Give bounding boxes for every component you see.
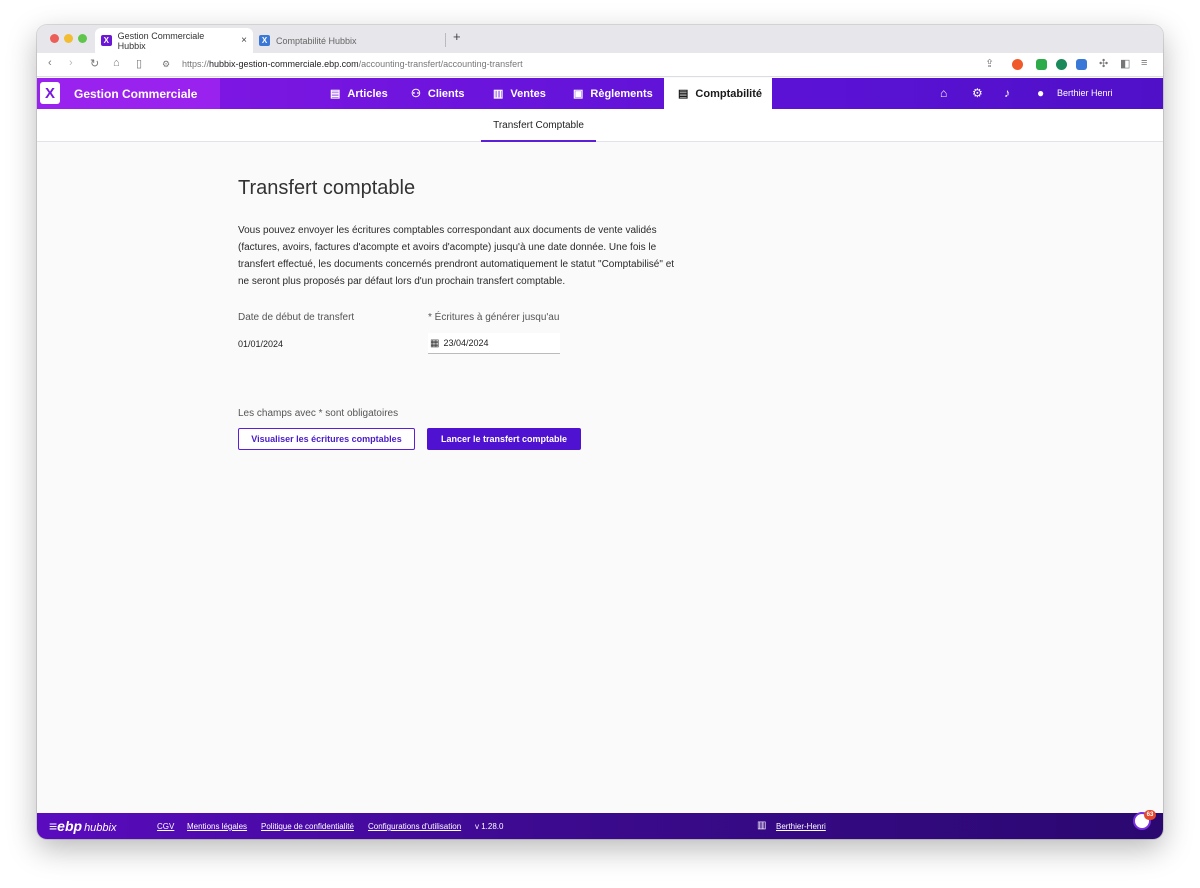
extension-k-icon[interactable] bbox=[1056, 59, 1067, 70]
preview-entries-button[interactable]: Visualiser les écritures comptables bbox=[238, 428, 415, 450]
ebp-hubbix-logo[interactable]: ≡ebp hubbix bbox=[49, 818, 116, 834]
start-date-value: 01/01/2024 bbox=[238, 339, 284, 349]
sidebar-toggle-icon[interactable]: ◧ bbox=[1120, 57, 1130, 70]
app-header: X Gestion Commerciale ▤ Articles ⚇ Clien… bbox=[37, 78, 1163, 109]
user-icon[interactable]: ● bbox=[1037, 86, 1044, 100]
hubbix-favicon: X bbox=[259, 35, 270, 46]
calendar-icon[interactable]: ▦ bbox=[430, 338, 439, 349]
menu-item-articles[interactable]: ▤ Articles bbox=[330, 78, 388, 109]
minimize-window-button[interactable] bbox=[64, 34, 73, 43]
close-window-button[interactable] bbox=[50, 34, 59, 43]
url-host: hubbix-gestion-commerciale.ebp.com bbox=[209, 59, 359, 69]
menu-item-label: Règlements bbox=[590, 87, 653, 100]
end-date-label: * Écritures à générer jusqu'au bbox=[428, 312, 560, 323]
archive-icon: ▤ bbox=[330, 88, 341, 100]
menu-item-comptabilite[interactable]: ▤ Comptabilité bbox=[664, 78, 772, 109]
hubbix-logo-icon[interactable]: X bbox=[40, 82, 60, 104]
home-icon[interactable]: ⌂ bbox=[940, 86, 947, 100]
hubbix-favicon: X bbox=[101, 35, 112, 46]
start-date-label: Date de début de transfert bbox=[238, 312, 355, 323]
document-icon: ▥ bbox=[493, 88, 504, 100]
forward-icon[interactable]: › bbox=[69, 57, 73, 69]
hamburger-menu-icon[interactable]: ≡ bbox=[1141, 57, 1147, 69]
page-description: Vous pouvez envoyer les écritures compta… bbox=[238, 225, 675, 287]
menu-item-clients[interactable]: ⚇ Clients bbox=[411, 78, 465, 109]
footer-link-privacy[interactable]: Politique de confidentialité bbox=[261, 822, 354, 831]
tab-title: Gestion Commerciale Hubbix bbox=[117, 30, 205, 51]
footer-link-cgv[interactable]: CGV bbox=[157, 822, 174, 831]
ledger-icon: ▤ bbox=[678, 88, 689, 100]
footer-link-mentions[interactable]: Mentions légales bbox=[187, 822, 247, 831]
app-footer: ≡ebp hubbix CGV Mentions légales Politiqu… bbox=[37, 813, 1163, 839]
url-field[interactable]: https://hubbix-gestion-commerciale.ebp.c… bbox=[182, 59, 523, 69]
user-name[interactable]: Berthier Henri bbox=[1057, 88, 1113, 98]
close-tab-icon[interactable]: × bbox=[241, 35, 247, 46]
menu-item-label: Ventes bbox=[510, 87, 546, 100]
end-date-value: 23/04/2024 bbox=[443, 338, 489, 348]
page-title: Transfert comptable bbox=[238, 177, 416, 199]
browser-tab-comptabilite[interactable]: X Comptabilité Hubbix bbox=[253, 28, 423, 53]
tab-transfert-comptable[interactable]: Transfert Comptable bbox=[481, 109, 596, 142]
url-scheme: https:// bbox=[182, 59, 210, 69]
company-link[interactable]: Berthier-Henri bbox=[776, 822, 826, 831]
brave-shield-icon[interactable] bbox=[1012, 59, 1023, 70]
back-icon[interactable]: ‹ bbox=[48, 57, 52, 69]
menu-item-ventes[interactable]: ▥ Ventes bbox=[493, 78, 546, 109]
chat-notification-badge: 63 bbox=[1144, 810, 1156, 820]
site-settings-icon[interactable]: ⚙ bbox=[162, 59, 170, 70]
browser-tab-gestion[interactable]: X Gestion Commerciale Hubbix × bbox=[95, 28, 253, 53]
bell-icon[interactable]: ♪ bbox=[1004, 86, 1010, 100]
end-date-field[interactable]: ▦ 23/04/2024 bbox=[428, 333, 560, 354]
menu-item-label: Articles bbox=[347, 87, 388, 100]
menu-item-reglements[interactable]: ▣ Règlements bbox=[573, 78, 653, 109]
tab-title: Comptabilité Hubbix bbox=[276, 35, 357, 46]
ebp-brand: ≡ebp bbox=[49, 818, 83, 834]
gear-icon[interactable]: ⚙ bbox=[972, 86, 983, 100]
menu-item-label: Clients bbox=[427, 87, 465, 100]
url-path: /accounting-transfert/accounting-transfe… bbox=[358, 59, 523, 69]
extension-green-icon[interactable] bbox=[1036, 59, 1047, 70]
puzzle-icon[interactable]: ✣ bbox=[1099, 57, 1108, 70]
share-icon[interactable]: ⇪ bbox=[985, 57, 994, 70]
home-icon[interactable]: ⌂ bbox=[113, 57, 120, 69]
app-title[interactable]: Gestion Commerciale bbox=[74, 87, 197, 101]
reload-icon[interactable]: ↻ bbox=[90, 57, 99, 70]
required-fields-note: Les champs avec * sont obligatoires bbox=[238, 408, 399, 419]
app-version: v 1.28.0 bbox=[475, 822, 504, 831]
footer-link-config[interactable]: Configurations d'utilisation bbox=[368, 822, 461, 831]
group-icon: ⚇ bbox=[411, 88, 421, 100]
tab-strip: X Gestion Commerciale Hubbix × X Comptab… bbox=[37, 25, 1163, 53]
hubbix-brand: hubbix bbox=[84, 822, 117, 834]
tab-divider bbox=[445, 33, 446, 47]
building-icon: ▥ bbox=[757, 820, 767, 831]
menu-item-label: Comptabilité bbox=[695, 87, 763, 100]
sub-navigation: Transfert Comptable bbox=[37, 109, 1163, 142]
launch-transfer-button[interactable]: Lancer le transfert comptable bbox=[427, 428, 581, 450]
browser-window: X Gestion Commerciale Hubbix × X Comptab… bbox=[37, 25, 1163, 839]
zoom-window-button[interactable] bbox=[78, 34, 87, 43]
address-bar: ‹ › ↻ ⌂ ▯ ⚙ https://hubbix-gestion-comme… bbox=[37, 53, 1163, 77]
bookmark-icon[interactable]: ▯ bbox=[136, 57, 142, 70]
new-tab-icon[interactable]: + bbox=[453, 29, 461, 44]
wallet-icon: ▣ bbox=[573, 88, 584, 100]
main-content: Transfert comptable Vous pouvez envoyer … bbox=[37, 142, 1163, 813]
extension-sync-icon[interactable] bbox=[1076, 59, 1087, 70]
